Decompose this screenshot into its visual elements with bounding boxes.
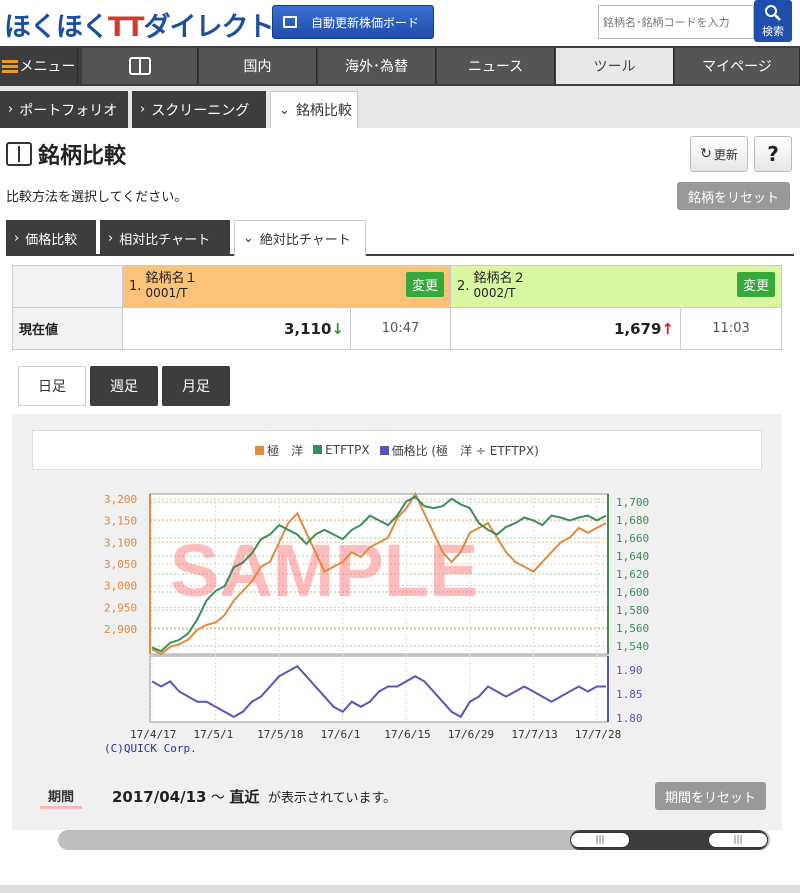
stock2-code: 0002/T xyxy=(473,286,516,300)
nav-overseas[interactable]: 海外･為替 xyxy=(318,48,436,84)
slider-handle-start[interactable]: ||| xyxy=(570,832,630,848)
chevron-down-icon: ⌄ xyxy=(243,231,254,246)
search-button[interactable]: 検索 xyxy=(754,0,792,42)
period-text: 2017/04/13 ～ 直近 が表示されています。 xyxy=(112,788,397,806)
stock2-name: 銘柄名２ xyxy=(473,271,526,286)
stock2-time: 11:03 xyxy=(680,307,782,350)
current-price-label: 現在値 xyxy=(12,307,123,350)
nav-news[interactable]: ニュース xyxy=(437,48,555,84)
nav-mypage[interactable]: マイページ xyxy=(675,48,800,84)
auto-board-label: 自動更新株価ボード xyxy=(311,15,420,30)
nav-book[interactable] xyxy=(82,48,198,84)
compare-tabs: › 価格比較 › 相対比チャート ⌄ 絶対比チャート xyxy=(6,218,794,256)
stock1-header: 変更 1. 銘柄名１ 0001/T xyxy=(122,265,451,308)
left-tick-label: 3,150 xyxy=(104,515,137,528)
x-tick-label: 17/6/15 xyxy=(384,728,430,741)
right-tick-label: 1,540 xyxy=(616,640,649,653)
left-tick-label: 3,050 xyxy=(104,558,137,571)
chevron-right-icon: › xyxy=(8,102,14,117)
tab-weekly[interactable]: 週足 xyxy=(90,366,158,406)
instruction-text: 比較方法を選択してください。 xyxy=(6,190,188,205)
x-tick-label: 17/7/13 xyxy=(511,728,557,741)
ratio-tick-label: 1.90 xyxy=(616,664,643,677)
chevron-right-icon: › xyxy=(14,230,20,246)
search-icon xyxy=(765,5,781,21)
logo[interactable]: ほくほくTTダイレクト xyxy=(4,5,274,44)
slider-handle-end[interactable]: ||| xyxy=(708,832,768,848)
right-tick-label: 1,620 xyxy=(616,568,649,581)
lower-plot-area xyxy=(149,655,609,723)
header: ほくほくTTダイレクト 自動更新株価ボード 検索 xyxy=(0,0,800,46)
search-input[interactable] xyxy=(598,5,754,39)
refresh-icon: ↻ xyxy=(700,146,712,162)
price-chart: 1,700 1,680 1,660 1,640 1,620 1,600 1,580 1,560… xyxy=(104,491,649,741)
book-icon xyxy=(128,57,151,75)
change-stock2-button[interactable]: 変更 xyxy=(736,272,775,297)
x-tick-label: 17/6/1 xyxy=(321,728,361,741)
sub-nav: › ポートフォリオ › スクリーニング ⌄ 銘柄比較 xyxy=(0,86,800,128)
help-button[interactable]: ? xyxy=(754,136,792,172)
nav-tools[interactable]: ツール xyxy=(556,48,674,84)
chart-panel: 極 洋 ETFTPX 価格比 (極 洋 ÷ ETFTPX) 1,700 1,680… xyxy=(12,414,782,830)
subnav-compare[interactable]: ⌄ 銘柄比較 xyxy=(270,91,358,128)
x-tick-label: 17/4/17 xyxy=(130,728,176,741)
change-stock1-button[interactable]: 変更 xyxy=(405,272,444,297)
left-tick-label: 2,900 xyxy=(104,623,137,636)
right-tick-label: 1,680 xyxy=(616,514,649,527)
tab-monthly[interactable]: 月足 xyxy=(162,366,230,406)
page-title: 銘柄比較 xyxy=(6,138,126,170)
right-tick-label: 1,600 xyxy=(616,586,649,599)
tab-price-compare[interactable]: › 価格比較 xyxy=(6,220,96,256)
x-tick-label: 17/7/28 xyxy=(575,728,621,741)
right-tick-label: 1,560 xyxy=(616,622,649,635)
main-nav: メニュー 国内 海外･為替 ニュース ツール マイページ xyxy=(0,46,800,86)
stock-table: 変更 1. 銘柄名１ 0001/T 変更 2. 銘柄名２ 0002/T 現在値 … xyxy=(12,265,782,350)
ratio-tick-label: 1.80 xyxy=(616,712,643,725)
tab-relative-chart[interactable]: › 相対比チャート xyxy=(100,220,230,256)
right-tick-label: 1,660 xyxy=(616,532,649,545)
x-tick-label: 17/5/18 xyxy=(257,728,303,741)
left-tick-label: 2,950 xyxy=(104,601,137,614)
book-icon xyxy=(6,142,32,166)
tab-absolute-chart[interactable]: ⌄ 絶対比チャート xyxy=(234,220,366,256)
left-tick-label: 3,000 xyxy=(104,580,137,593)
subnav-portfolio[interactable]: › ポートフォリオ xyxy=(0,91,128,128)
menu-button[interactable]: メニュー xyxy=(0,48,78,84)
subnav-screening[interactable]: › スクリーニング xyxy=(132,91,266,128)
chevron-right-icon: › xyxy=(140,102,146,117)
stock1-code: 0001/T xyxy=(145,286,188,300)
period-label: 期間 xyxy=(40,786,83,809)
down-arrow-icon: ↓ xyxy=(331,319,344,338)
stock1-name: 銘柄名１ xyxy=(145,271,198,286)
right-tick-label: 1,580 xyxy=(616,604,649,617)
menu-icon xyxy=(1,59,18,73)
nav-domestic[interactable]: 国内 xyxy=(199,48,317,84)
tab-daily[interactable]: 日足 xyxy=(18,366,86,406)
left-tick-label: 3,100 xyxy=(104,536,137,549)
chevron-down-icon: ⌄ xyxy=(279,102,290,118)
search-button-label: 検索 xyxy=(762,25,784,38)
copyright: (C)QUICK Corp. xyxy=(104,742,197,755)
left-tick-label: 3,200 xyxy=(104,493,137,506)
reset-stocks-button[interactable]: 銘柄をリセット xyxy=(677,182,790,210)
stock2-price: 1,679↑ xyxy=(450,307,681,350)
stock1-time: 10:47 xyxy=(350,307,451,350)
right-tick-label: 1,700 xyxy=(616,496,649,509)
refresh-button[interactable]: ↻ 更新 xyxy=(690,136,748,172)
chevron-right-icon: › xyxy=(108,230,114,246)
x-tick-label: 17/5/1 xyxy=(194,728,234,741)
reset-period-button[interactable]: 期間をリセット xyxy=(655,782,766,810)
ratio-tick-label: 1.85 xyxy=(616,688,643,701)
page-bottom-bar xyxy=(0,885,800,893)
stock2-header: 変更 2. 銘柄名２ 0002/T xyxy=(450,265,782,308)
auto-board-button[interactable]: 自動更新株価ボード xyxy=(272,5,434,39)
stock1-price: 3,110↓ xyxy=(122,307,351,350)
board-icon xyxy=(283,16,297,28)
up-arrow-icon: ↑ xyxy=(661,319,674,338)
x-tick-label: 17/6/29 xyxy=(448,728,494,741)
right-tick-label: 1,640 xyxy=(616,550,649,563)
